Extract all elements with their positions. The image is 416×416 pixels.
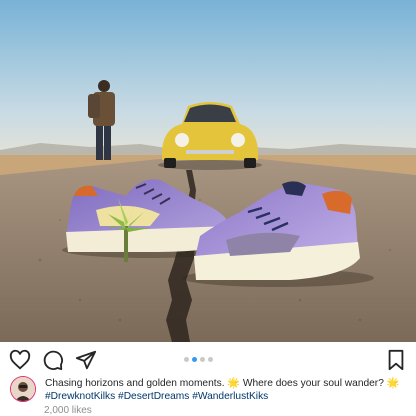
carousel-dot[interactable]	[208, 357, 213, 362]
share-button[interactable]	[75, 349, 97, 371]
save-button[interactable]	[385, 349, 407, 371]
carousel-dot[interactable]	[184, 357, 189, 362]
like-button[interactable]	[9, 349, 31, 371]
carousel-dot-active[interactable]	[192, 357, 197, 362]
action-bar	[0, 342, 416, 376]
post: Chasing horizons and golden moments. 🌟 W…	[0, 0, 416, 416]
caption-text: Chasing horizons and golden moments. 🌟 W…	[45, 378, 400, 389]
heart-icon	[9, 349, 31, 371]
comment-button[interactable]	[42, 349, 64, 371]
carousel-indicator	[184, 357, 213, 363]
likes-count[interactable]: 2,000 likes	[44, 405, 92, 416]
paper-plane-icon	[75, 349, 97, 371]
carousel-dot[interactable]	[200, 357, 205, 362]
caption-hashtags[interactable]: #DrewknotKilks #DesertDreams #Wanderlust…	[45, 391, 268, 402]
bookmark-icon	[385, 349, 407, 371]
caption: Chasing horizons and golden moments. 🌟 W…	[45, 377, 410, 403]
post-photo[interactable]	[0, 0, 416, 342]
comment-icon	[42, 349, 64, 371]
caption-row: Chasing horizons and golden moments. 🌟 W…	[10, 376, 410, 406]
avatar[interactable]	[10, 376, 36, 402]
